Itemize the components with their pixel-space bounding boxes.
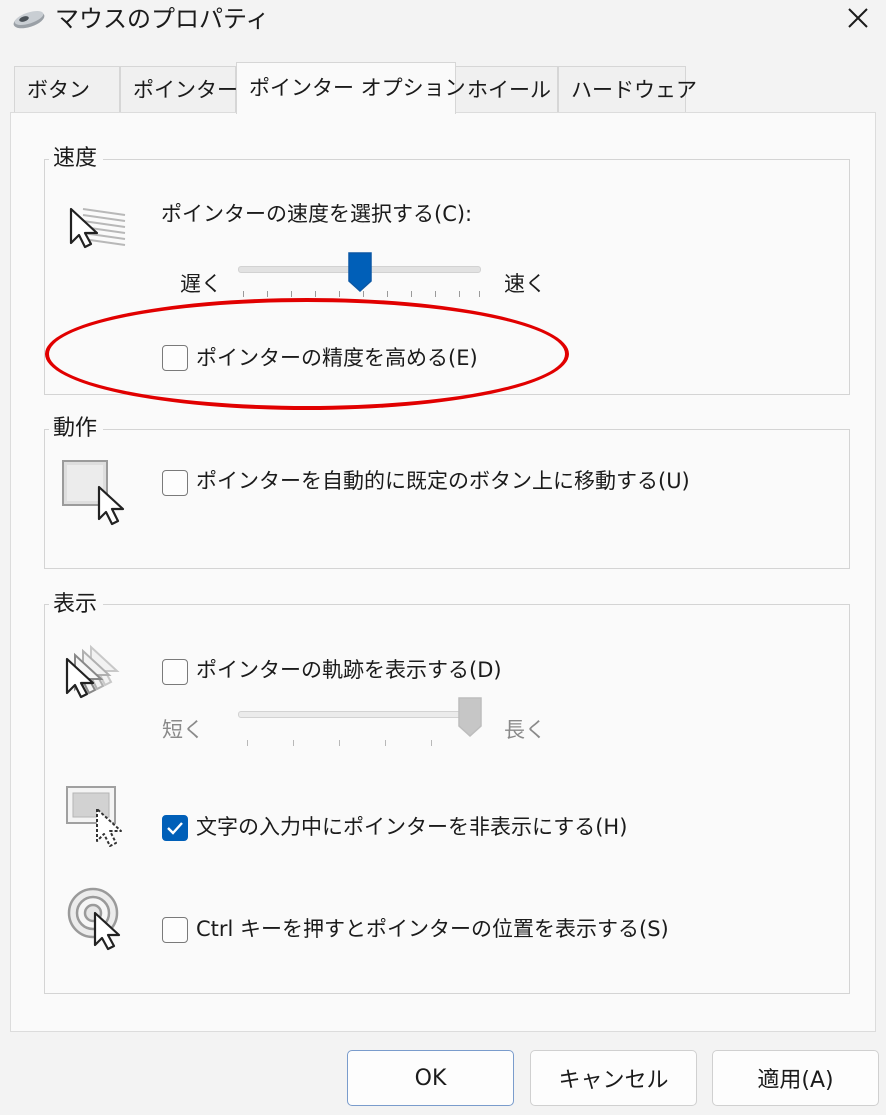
trails-slider-thumb[interactable] <box>457 696 483 738</box>
precision-checkbox[interactable] <box>162 345 188 371</box>
title-bar: マウスのプロパティ <box>0 0 886 40</box>
mouse-icon <box>13 11 45 29</box>
slider-tick <box>339 740 340 746</box>
slider-tick <box>243 291 244 297</box>
slider-tick <box>267 291 268 297</box>
slider-tick <box>431 740 432 746</box>
trails-short-label: 短く <box>162 718 204 742</box>
motion-group <box>44 429 850 569</box>
hide-while-typing-icon <box>66 786 122 847</box>
slider-tick <box>459 291 460 297</box>
motion-group-title: 動作 <box>49 415 104 443</box>
trails-slider-track[interactable] <box>238 711 481 718</box>
speed-group-title: 速度 <box>49 145 104 173</box>
ctrl-locate-label: Ctrl キーを押すとポインターの位置を表示する(S) <box>196 917 669 941</box>
slider-tick <box>315 291 316 297</box>
trails-label: ポインターの軌跡を表示する(D) <box>196 658 502 682</box>
slider-tick <box>339 291 340 297</box>
hide-while-typing-checkbox[interactable] <box>162 815 188 841</box>
slider-tick <box>291 291 292 297</box>
trails-long-label: 長く <box>504 718 546 742</box>
snap-checkbox[interactable] <box>162 470 188 496</box>
slider-tick <box>293 740 294 746</box>
hide-while-typing-label: 文字の入力中にポインターを非表示にする(H) <box>196 815 628 839</box>
tab-label: ボタン <box>27 78 90 102</box>
speed-slider-thumb[interactable] <box>347 251 373 293</box>
slider-tick <box>411 291 412 297</box>
visibility-group-title: 表示 <box>49 591 104 619</box>
snap-to-button-icon <box>62 460 125 526</box>
precision-label: ポインターの精度を高める(E) <box>196 346 478 370</box>
pointer-trails-icon <box>65 644 120 699</box>
window-title: マウスのプロパティ <box>55 5 270 33</box>
slider-tick <box>385 740 386 746</box>
tab-pointers[interactable]: ポインター <box>120 66 238 112</box>
slider-tick <box>435 291 436 297</box>
tab-buttons[interactable]: ボタン <box>14 66 120 112</box>
slider-tick <box>247 740 248 746</box>
tab-label: ホイール <box>467 78 551 102</box>
close-icon[interactable] <box>836 0 880 36</box>
snap-label: ポインターを自動的に既定のボタン上に移動する(U) <box>196 469 690 493</box>
tab-panel: 速度 ポインターの速度を選択する(C): 遅く 速く ポインターの精度を高める(… <box>10 112 876 1032</box>
pointer-speed-icon <box>69 207 126 249</box>
ctrl-locate-pointer-icon <box>67 887 121 951</box>
ctrl-locate-checkbox[interactable] <box>162 917 188 943</box>
slider-tick <box>387 291 388 297</box>
cancel-button-label: キャンセル <box>558 1068 669 1093</box>
tab-hardware[interactable]: ハードウェア <box>558 66 697 112</box>
tab-label: ポインター <box>133 78 238 102</box>
checkmark-icon <box>167 822 183 835</box>
speed-fast-label: 速く <box>504 272 546 296</box>
ok-button-label: OK <box>414 1065 447 1091</box>
slider-tick <box>479 291 480 297</box>
ok-button[interactable]: OK <box>347 1050 514 1106</box>
trails-checkbox[interactable] <box>162 659 188 685</box>
tab-pointer-options[interactable]: ポインター オプション <box>236 62 466 114</box>
tab-label: ポインター オプション <box>249 76 466 100</box>
speed-slow-label: 遅く <box>180 272 222 296</box>
speed-select-label: ポインターの速度を選択する(C): <box>161 202 473 226</box>
apply-button[interactable]: 適用(A) <box>712 1050 879 1106</box>
tab-label: ハードウェア <box>571 78 697 102</box>
cancel-button[interactable]: キャンセル <box>530 1050 697 1106</box>
tab-wheel[interactable]: ホイール <box>454 66 558 112</box>
apply-button-label: 適用(A) <box>757 1068 834 1093</box>
